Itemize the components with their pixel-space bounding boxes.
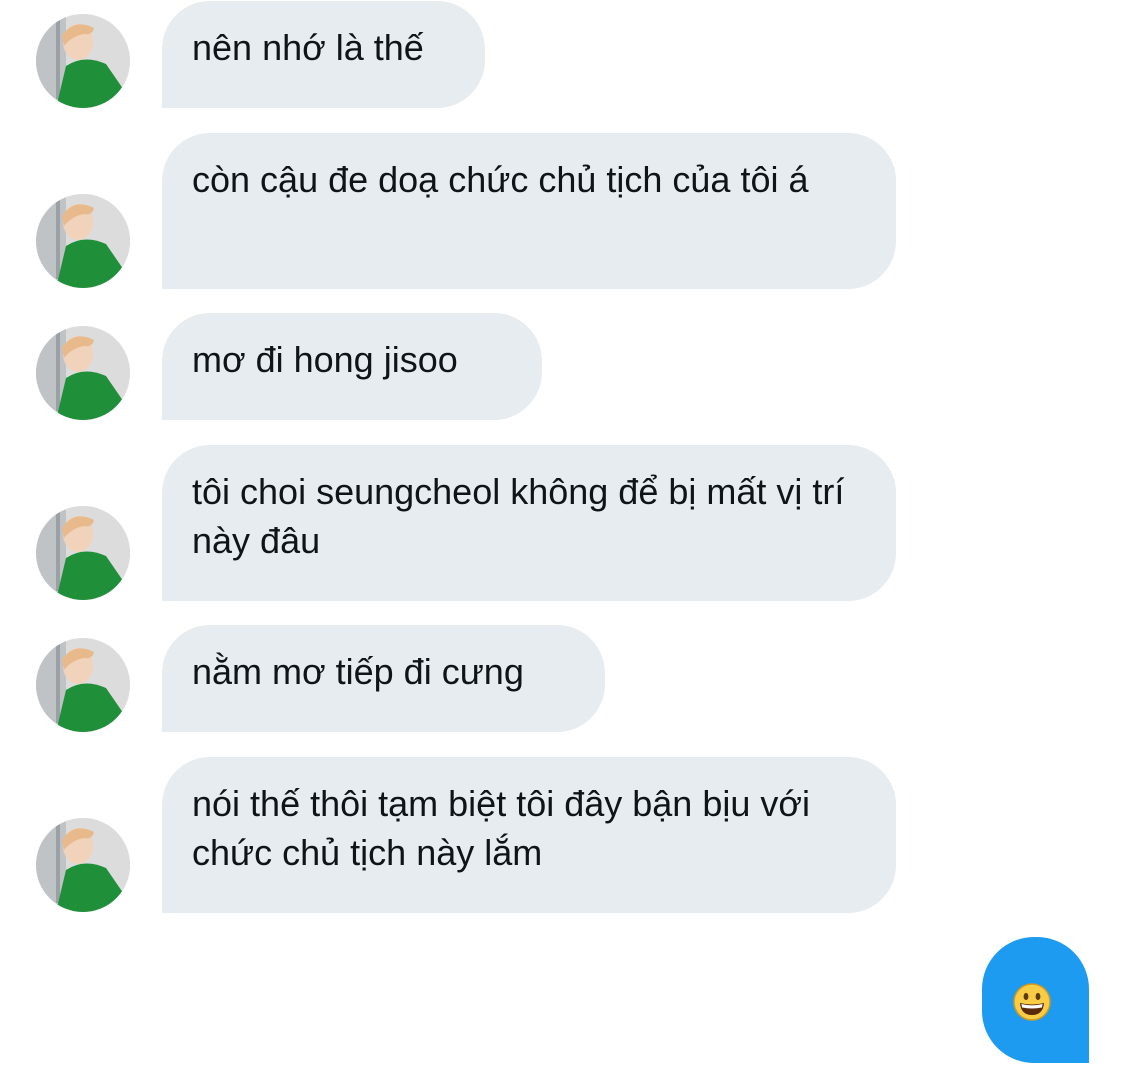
message-bubble[interactable]: nên nhớ là thế xyxy=(162,1,485,108)
avatar[interactable] xyxy=(36,818,130,912)
message-text: nói thế thôi tạm biệt tôi đây bận bịu vớ… xyxy=(192,783,810,873)
message-bubble[interactable]: mơ đi hong jisoo xyxy=(162,313,542,420)
message-text: nên nhớ là thế xyxy=(192,27,424,68)
avatar-photo xyxy=(36,638,130,732)
message-text: nằm mơ tiếp đi cưng xyxy=(192,651,524,692)
avatar[interactable] xyxy=(36,638,130,732)
message-bubble[interactable]: tôi choi seungcheol không để bị mất vị t… xyxy=(162,445,896,601)
grinning-face-emoji-icon xyxy=(1013,983,1051,1021)
avatar-photo xyxy=(36,14,130,108)
avatar-photo xyxy=(36,326,130,420)
message-bubble[interactable]: còn cậu đe doạ chức chủ tịch của tôi á xyxy=(162,133,896,289)
avatar-photo xyxy=(36,194,130,288)
avatar-photo xyxy=(36,506,130,600)
message-text: tôi choi seungcheol không để bị mất vị t… xyxy=(192,471,845,561)
message-bubble[interactable]: nói thế thôi tạm biệt tôi đây bận bịu vớ… xyxy=(162,757,896,913)
avatar-photo xyxy=(36,818,130,912)
avatar[interactable] xyxy=(36,506,130,600)
message-text: còn cậu đe doạ chức chủ tịch của tôi á xyxy=(192,159,809,200)
avatar[interactable] xyxy=(36,326,130,420)
message-text: mơ đi hong jisoo xyxy=(192,339,458,380)
avatar[interactable] xyxy=(36,194,130,288)
avatar[interactable] xyxy=(36,14,130,108)
message-bubble[interactable]: nằm mơ tiếp đi cưng xyxy=(162,625,605,732)
